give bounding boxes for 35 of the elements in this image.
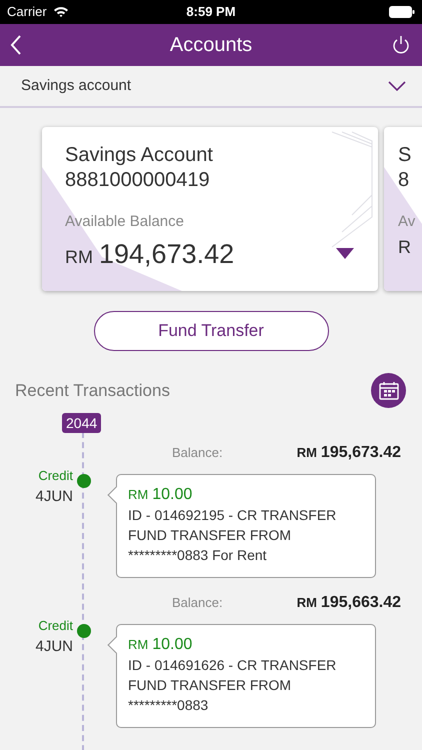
triangle-down-icon[interactable] <box>336 248 354 260</box>
section-title: Recent Transactions <box>15 380 170 402</box>
currency-label: R <box>398 236 411 258</box>
transaction-date: 4JUN <box>34 486 73 506</box>
transaction-type: Credit <box>37 467 73 485</box>
running-balance: RM 195,673.42 <box>296 443 401 463</box>
balance-amount: 194,673.42 <box>99 238 234 270</box>
account-card[interactable]: S 8 Av R <box>384 127 422 291</box>
account-number: 8 <box>398 168 410 193</box>
calendar-icon <box>378 382 398 400</box>
balance-label: Available Balance <box>65 212 185 232</box>
currency-label: RM <box>65 246 93 268</box>
transaction-date: 4JUN <box>34 636 73 656</box>
carrier-label: Carrier <box>7 3 47 22</box>
year-badge: 2044 <box>62 413 102 433</box>
calendar-button[interactable] <box>371 373 406 408</box>
status-time: 8:59 PM <box>186 3 236 22</box>
account-name: Savings Account <box>65 143 214 168</box>
page-title: Accounts <box>170 33 252 58</box>
transaction-type: Credit <box>37 617 73 635</box>
balance-label: Balance: <box>172 444 223 462</box>
chevron-down-icon <box>388 81 406 91</box>
balance-label: Balance: <box>172 594 223 612</box>
balance-label: Av <box>398 212 416 232</box>
wifi-icon <box>52 6 69 18</box>
account-card[interactable]: Savings Account 8881000000419 Available Balance RM 194,673.42 <box>42 127 378 291</box>
account-name: S <box>398 143 412 168</box>
battery-icon <box>389 6 415 18</box>
transaction-amount: RM 10.00 <box>128 635 194 655</box>
transaction-amount: RM 10.00 <box>128 485 194 505</box>
account-number: 8881000000419 <box>65 168 211 193</box>
transaction-description: ID - 014691626 - CR TRANSFER FUND TRANSFER FROM *********0883 <box>128 656 338 715</box>
fund-transfer-button[interactable]: Fund Transfer <box>94 311 328 351</box>
running-balance: RM 195,663.42 <box>296 593 401 613</box>
transaction-description: ID - 014692195 - CR TRANSFER FUND TRANSFER FROM *********0883 For Rent <box>128 506 338 565</box>
